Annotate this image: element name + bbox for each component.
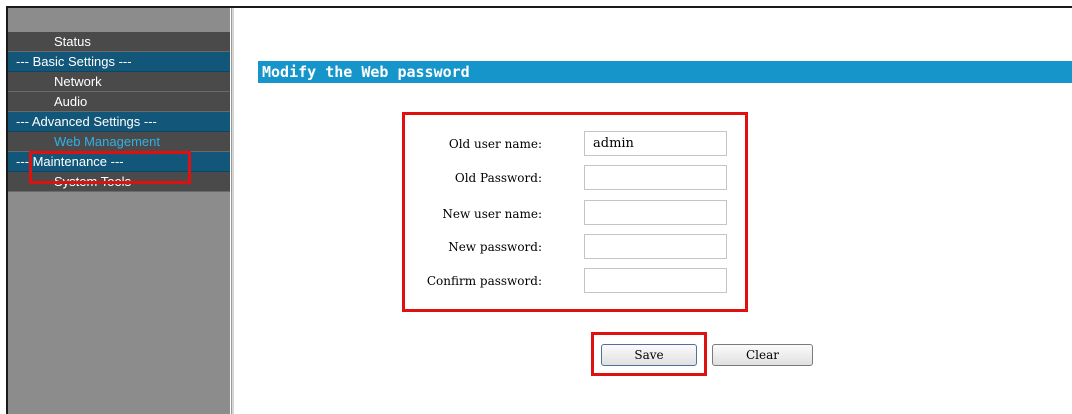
save-button[interactable]: Save [601, 344, 697, 366]
sidebar-item-system-tools[interactable]: System Tools [8, 172, 230, 192]
sidebar-item-audio[interactable]: Audio [8, 92, 230, 112]
old-password-input[interactable] [584, 165, 727, 190]
old-user-name-label: Old user name: [448, 137, 542, 151]
sidebar-item-web-management[interactable]: Web Management [8, 132, 230, 152]
sidebar: Status --- Basic Settings --- Network Au… [8, 8, 230, 414]
page-title: Modify the Web password [258, 61, 1072, 83]
confirm-password-input[interactable] [584, 268, 727, 293]
new-user-name-label: New user name: [442, 207, 542, 221]
sidebar-item-status[interactable]: Status [8, 32, 230, 52]
sidebar-header-advanced-settings: --- Advanced Settings --- [8, 112, 230, 132]
old-password-label: Old Password: [454, 171, 542, 185]
sidebar-spacer [8, 8, 230, 32]
new-password-label: New password: [448, 240, 542, 254]
clear-button[interactable]: Clear [712, 344, 813, 366]
confirm-password-label: Confirm password: [426, 274, 542, 288]
sidebar-item-network[interactable]: Network [8, 72, 230, 92]
frame-divider [231, 8, 234, 414]
sidebar-header-maintenance: --- Maintenance --- [8, 152, 230, 172]
sidebar-header-basic-settings: --- Basic Settings --- [8, 52, 230, 72]
old-user-name-input[interactable] [584, 131, 727, 156]
new-password-input[interactable] [584, 234, 727, 259]
new-user-name-input[interactable] [584, 200, 727, 225]
